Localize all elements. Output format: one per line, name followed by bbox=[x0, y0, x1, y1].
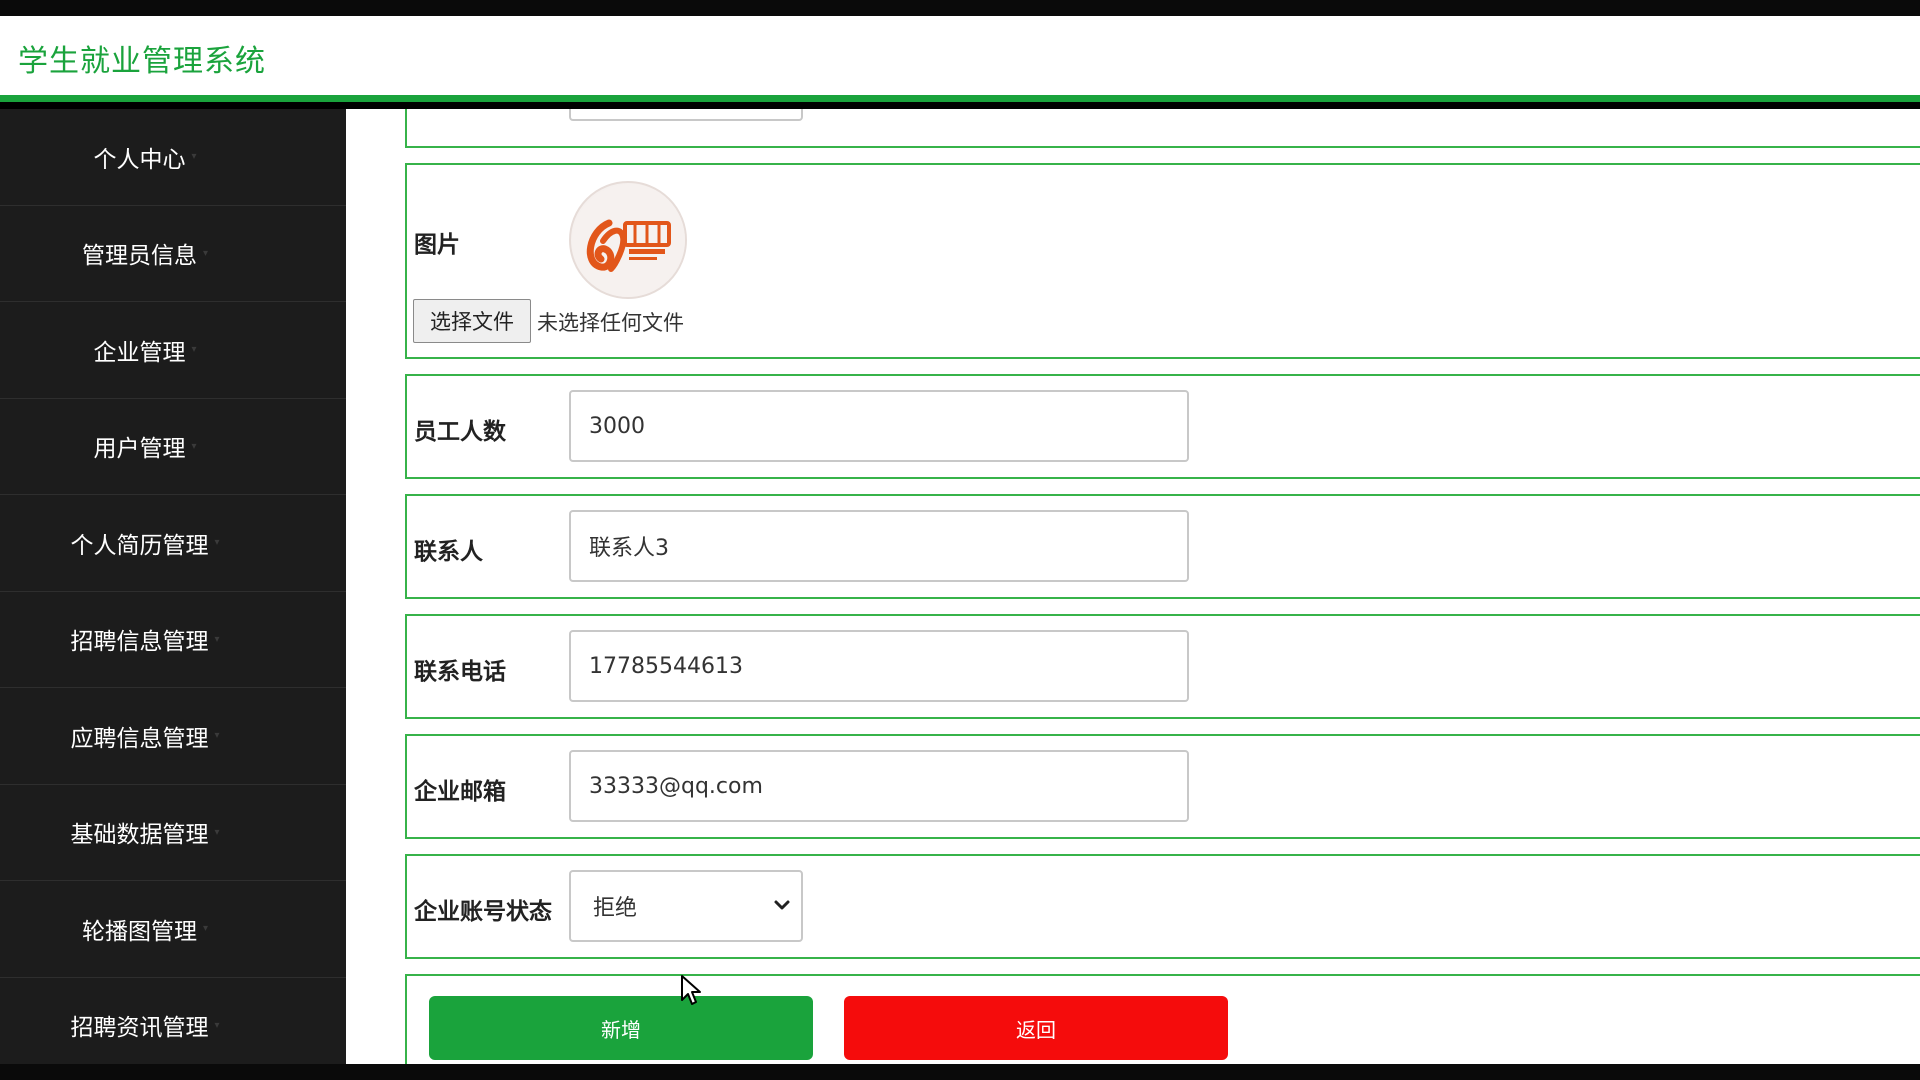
contact-input[interactable]: 联系人3 bbox=[569, 510, 1189, 582]
alibaba-logo-icon-svg bbox=[572, 184, 685, 297]
email-label: 企业邮箱 bbox=[414, 779, 506, 805]
sidebar-item-application-info[interactable]: 应聘信息管理 ▾ bbox=[0, 688, 346, 785]
sidebar-item-label: 企业管理 bbox=[93, 339, 186, 366]
alibaba-logo-icon bbox=[569, 181, 687, 299]
form-row-email: 企业邮箱 33333@qq.com bbox=[405, 734, 1920, 839]
sidebar-item-label: 轮播图管理 bbox=[81, 918, 197, 945]
mouse-cursor-icon bbox=[681, 975, 701, 1005]
top-frame-bar bbox=[0, 0, 1920, 16]
phone-input[interactable]: 17785544613 bbox=[569, 630, 1189, 702]
employees-label: 员工人数 bbox=[414, 419, 506, 445]
chevron-down-icon bbox=[774, 900, 790, 910]
app-header: 学生就业管理系统 bbox=[0, 16, 1920, 102]
sidebar-item-company-management[interactable]: 企业管理 ▾ bbox=[0, 302, 346, 399]
sidebar: 个人中心 ▾ 管理员信息 ▾ 企业管理 ▾ 用户管理 ▾ 个人简历管理 ▾ 招聘… bbox=[0, 109, 346, 1074]
sidebar-item-label: 个人中心 bbox=[93, 146, 186, 173]
status-select[interactable]: 拒绝 bbox=[569, 870, 803, 942]
bottom-frame-bar bbox=[0, 1064, 1920, 1080]
sidebar-item-personal-center[interactable]: 个人中心 ▾ bbox=[0, 109, 346, 206]
sidebar-item-user-management[interactable]: 用户管理 ▾ bbox=[0, 399, 346, 495]
previous-field-input[interactable] bbox=[569, 109, 803, 121]
app-title: 学生就业管理系统 bbox=[18, 44, 266, 79]
sidebar-item-recruitment-info[interactable]: 招聘信息管理 ▾ bbox=[0, 592, 346, 688]
phone-label: 联系电话 bbox=[414, 659, 506, 685]
image-label: 图片 bbox=[414, 232, 460, 258]
form-area: 图片 选择文件 未选择任何文件 员工人数 3000 联系人 联系人3 联系电话 … bbox=[346, 109, 1920, 1064]
choose-file-button[interactable]: 选择文件 bbox=[413, 299, 531, 343]
chevron-down-icon: ▾ bbox=[202, 247, 209, 259]
chevron-down-icon: ▾ bbox=[214, 730, 220, 742]
chevron-down-icon: ▾ bbox=[214, 1019, 220, 1031]
chevron-down-icon: ▾ bbox=[191, 151, 197, 163]
file-status-text: 未选择任何文件 bbox=[537, 311, 684, 335]
form-row-status: 企业账号状态 拒绝 bbox=[405, 854, 1920, 959]
sidebar-item-basic-data[interactable]: 基础数据管理 ▾ bbox=[0, 785, 346, 881]
chevron-down-icon: ▾ bbox=[214, 537, 220, 549]
sidebar-item-resume-management[interactable]: 个人简历管理 ▾ bbox=[0, 495, 346, 592]
form-row-image: 图片 选择文件 未选择任何文件 bbox=[405, 163, 1920, 359]
form-row-phone: 联系电话 17785544613 bbox=[405, 614, 1920, 719]
status-select-value: 拒绝 bbox=[593, 896, 638, 921]
form-row-actions: 新增 返回 bbox=[405, 974, 1920, 1064]
sidebar-item-carousel[interactable]: 轮播图管理 ▾ bbox=[0, 881, 346, 978]
chevron-down-icon: ▾ bbox=[214, 633, 220, 645]
sidebar-item-label: 个人简历管理 bbox=[70, 532, 209, 559]
back-button[interactable]: 返回 bbox=[844, 996, 1228, 1060]
contact-label: 联系人 bbox=[414, 539, 483, 565]
chevron-down-icon: ▾ bbox=[191, 440, 197, 452]
sidebar-item-label: 管理员信息 bbox=[81, 243, 197, 270]
sidebar-item-label: 招聘资讯管理 bbox=[70, 1015, 209, 1042]
chevron-down-icon: ▾ bbox=[202, 923, 209, 935]
chevron-down-icon: ▾ bbox=[214, 826, 220, 838]
sidebar-item-label: 基础数据管理 bbox=[70, 822, 209, 849]
sidebar-item-label: 应聘信息管理 bbox=[70, 725, 209, 752]
employees-input[interactable]: 3000 bbox=[569, 390, 1189, 462]
add-button[interactable]: 新增 bbox=[429, 996, 813, 1060]
form-row-contact: 联系人 联系人3 bbox=[405, 494, 1920, 599]
form-row-employees: 员工人数 3000 bbox=[405, 374, 1920, 479]
sidebar-item-admin-info[interactable]: 管理员信息 ▾ bbox=[0, 206, 346, 302]
sidebar-item-recruitment-news[interactable]: 招聘资讯管理 ▾ bbox=[0, 978, 346, 1074]
form-row-previous bbox=[405, 109, 1920, 148]
status-label: 企业账号状态 bbox=[414, 899, 552, 925]
email-input[interactable]: 33333@qq.com bbox=[569, 750, 1189, 822]
sidebar-item-label: 招聘信息管理 bbox=[70, 629, 209, 656]
sidebar-item-label: 用户管理 bbox=[93, 436, 186, 463]
chevron-down-icon: ▾ bbox=[191, 344, 197, 356]
